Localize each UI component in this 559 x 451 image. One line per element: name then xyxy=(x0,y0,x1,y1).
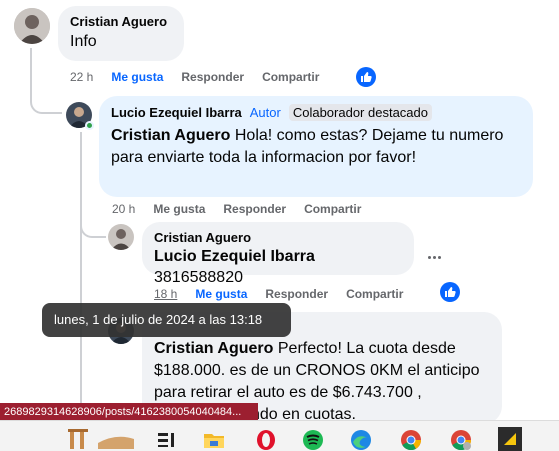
taskbar xyxy=(0,420,559,451)
sticky-app-icon[interactable] xyxy=(498,427,522,451)
top-contributor-badge[interactable]: Colaborador destacado xyxy=(288,104,432,121)
share-button[interactable]: Compartir xyxy=(262,70,319,84)
weather-icon[interactable] xyxy=(68,427,134,451)
task-view-icon[interactable] xyxy=(155,429,177,451)
mention-link[interactable]: Lucio Ezequiel Ibarra xyxy=(154,248,315,265)
like-button[interactable]: Me gusta xyxy=(111,70,163,84)
reply-button[interactable]: Responder xyxy=(181,70,244,84)
author-role-label: Autor xyxy=(249,105,281,120)
like-button[interactable]: Me gusta xyxy=(153,202,205,216)
comment-actions: 22 h Me gusta Responder Compartir xyxy=(70,70,319,84)
comment-actions: 18 h Me gusta Responder Compartir xyxy=(154,287,403,301)
edge-icon[interactable] xyxy=(350,429,372,451)
comment-timestamp[interactable]: 22 h xyxy=(70,70,93,84)
thread-line-reply xyxy=(80,132,82,432)
comment-author[interactable]: Cristian Aguero xyxy=(70,14,172,29)
thumbs-up-icon xyxy=(445,287,456,297)
comment-text: Cristian Aguero Hola! como estas? Dejame… xyxy=(111,127,504,166)
comment-author[interactable]: Lucio Ezequiel Ibarra xyxy=(111,105,242,120)
like-reaction-icon[interactable] xyxy=(440,282,460,302)
like-button[interactable]: Me gusta xyxy=(195,287,247,301)
reply-button[interactable]: Responder xyxy=(223,202,286,216)
comment-bubble: Cristian Aguero Lucio Ezequiel Ibarra 38… xyxy=(142,222,414,286)
file-explorer-icon[interactable] xyxy=(203,429,225,451)
like-reaction-icon[interactable] xyxy=(356,67,376,87)
comment-actions: 20 h Me gusta Responder Compartir xyxy=(112,202,361,216)
mention-link[interactable]: Cristian Aguero xyxy=(111,127,230,144)
comment-timestamp[interactable]: 18 h xyxy=(154,287,177,301)
comment-text: Info xyxy=(70,33,97,50)
thread-connector-2 xyxy=(80,214,106,238)
opera-icon[interactable] xyxy=(255,429,277,451)
reply-button[interactable]: Responder xyxy=(265,287,328,301)
share-button[interactable]: Compartir xyxy=(346,287,403,301)
mention-link[interactable]: Cristian Aguero xyxy=(154,340,273,357)
comment-bubble: Cristian Aguero Info xyxy=(58,6,184,61)
comment-timestamp[interactable]: 20 h xyxy=(112,202,135,216)
comment-bubble: Lucio Ezequiel Ibarra Autor Colaborador … xyxy=(99,96,533,197)
avatar[interactable] xyxy=(108,224,134,250)
online-status-icon xyxy=(85,121,94,130)
share-button[interactable]: Compartir xyxy=(304,202,361,216)
thumbs-up-icon xyxy=(361,72,372,82)
comment-text: Lucio Ezequiel Ibarra 3816588820 xyxy=(154,248,315,286)
spotify-icon[interactable] xyxy=(302,429,324,451)
comment-author[interactable]: Cristian Aguero xyxy=(154,230,402,245)
more-options-icon[interactable] xyxy=(427,246,442,264)
avatar-photo xyxy=(14,8,50,44)
avatar[interactable] xyxy=(14,8,50,44)
thread-connector-1 xyxy=(30,88,62,114)
chrome-profile-icon[interactable] xyxy=(450,429,472,451)
chrome-icon[interactable] xyxy=(400,429,422,451)
timestamp-tooltip: lunes, 1 de julio de 2024 a las 13:18 xyxy=(42,303,291,337)
avatar-photo xyxy=(108,224,134,250)
